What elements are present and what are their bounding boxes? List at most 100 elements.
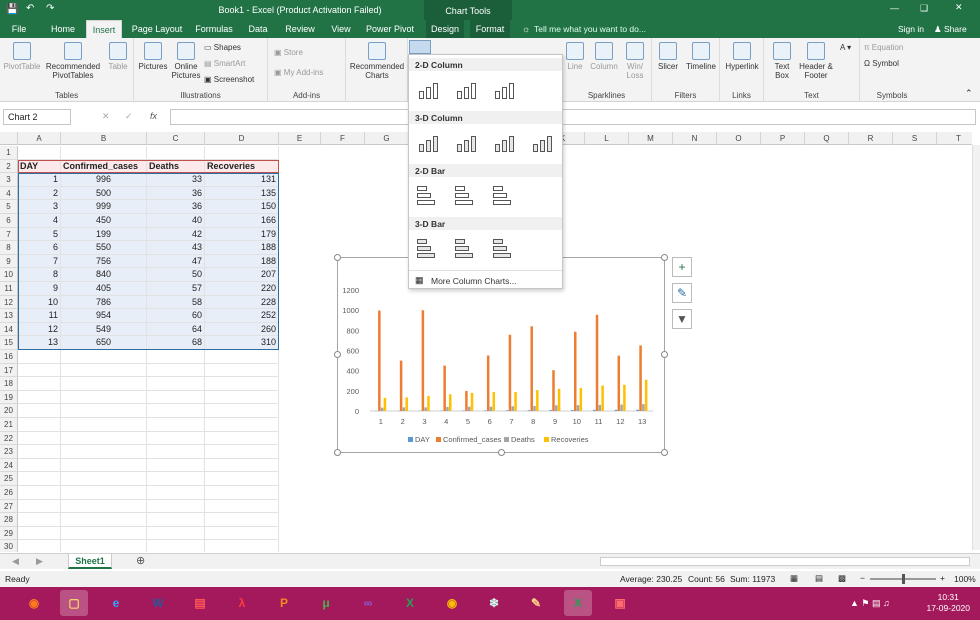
zoom-out-icon[interactable]: − — [860, 573, 865, 583]
column-header[interactable]: P — [761, 132, 805, 145]
legend-entry[interactable]: Confirmed_cases — [443, 435, 502, 444]
clustered-bar-icon[interactable] — [415, 183, 441, 207]
more-column-charts-link[interactable]: More Column Charts... — [431, 276, 517, 286]
empty-cell[interactable] — [18, 363, 61, 378]
bar-recoveries[interactable] — [383, 397, 387, 411]
empty-cell[interactable] — [61, 513, 147, 527]
row-header[interactable]: 5 — [0, 200, 18, 214]
empty-cell[interactable] — [147, 390, 205, 405]
row-header[interactable]: 24 — [0, 458, 18, 473]
slicer-button[interactable]: Slicer — [654, 42, 682, 71]
row-header[interactable]: 23 — [0, 445, 18, 459]
table-cell[interactable]: 405 — [61, 282, 147, 296]
empty-cell[interactable] — [147, 513, 205, 527]
table-cell[interactable]: 840 — [61, 268, 147, 282]
column-header[interactable]: L — [585, 132, 629, 145]
word-icon[interactable]: W — [144, 590, 172, 616]
resize-handle-left[interactable] — [334, 351, 341, 358]
row-header[interactable]: 10 — [0, 268, 18, 282]
empty-cell[interactable] — [61, 390, 147, 405]
tab-view[interactable]: View — [326, 20, 356, 38]
bar-confirmed-cases[interactable] — [574, 331, 577, 411]
column-header[interactable]: E — [279, 132, 321, 145]
timeline-button[interactable]: Timeline — [684, 42, 718, 71]
empty-cell[interactable] — [18, 404, 61, 418]
resize-handle-bottom[interactable] — [498, 449, 505, 456]
table-cell[interactable]: 199 — [61, 227, 147, 242]
bar-recoveries[interactable] — [448, 394, 452, 411]
share-button[interactable]: ♟ Share — [934, 24, 967, 35]
legend-entry[interactable]: DAY — [415, 435, 430, 444]
column-header[interactable]: D — [205, 132, 279, 145]
bar-confirmed-cases[interactable] — [595, 314, 599, 411]
bar-confirmed-cases[interactable] — [639, 345, 642, 411]
table-cell[interactable]: 68 — [147, 336, 205, 350]
empty-cell[interactable] — [147, 363, 205, 378]
sheet-tab-sheet1[interactable]: Sheet1 — [68, 554, 112, 569]
row-header[interactable]: 17 — [0, 363, 18, 378]
hyperlink-button[interactable]: Hyperlink — [722, 42, 762, 71]
table-cell[interactable]: 43 — [147, 241, 205, 255]
bar-deaths[interactable] — [620, 404, 623, 411]
table-cell[interactable]: 42 — [147, 227, 205, 242]
tab-formulas[interactable]: Formulas — [192, 20, 236, 38]
empty-cell[interactable] — [61, 526, 147, 541]
empty-cell[interactable] — [18, 499, 61, 514]
paint-icon[interactable]: ✎ — [522, 590, 550, 616]
row-header[interactable]: 28 — [0, 513, 18, 527]
chart-styles-button[interactable]: ✎ — [672, 283, 692, 303]
symbol-button[interactable]: Ω Symbol — [864, 59, 899, 68]
table-cell[interactable]: 1 — [18, 173, 61, 187]
text-more-icon[interactable]: A ▾ — [840, 43, 851, 52]
row-header[interactable]: 19 — [0, 390, 18, 405]
empty-cell[interactable] — [147, 526, 205, 541]
empty-cell[interactable] — [147, 431, 205, 446]
empty-cell[interactable] — [205, 404, 279, 418]
row-header[interactable]: 26 — [0, 486, 18, 500]
bar-deaths[interactable] — [533, 405, 536, 411]
bar-day[interactable] — [462, 410, 465, 411]
empty-cell[interactable] — [18, 458, 61, 473]
scroll-left-icon[interactable]: ◀ — [12, 556, 19, 567]
column-header[interactable]: R — [849, 132, 893, 145]
bar-recoveries[interactable] — [470, 392, 474, 411]
column-header[interactable]: T — [937, 132, 972, 145]
table-cell[interactable]: 310 — [205, 336, 279, 350]
bar-deaths[interactable] — [402, 407, 406, 411]
empty-cell[interactable] — [205, 540, 279, 552]
table-cell[interactable]: 10 — [18, 295, 61, 310]
row-header[interactable]: 20 — [0, 404, 18, 418]
bar-recoveries[interactable] — [644, 379, 648, 411]
legend-entry[interactable]: Recoveries — [551, 435, 589, 444]
smartart-button[interactable]: ▤ SmartArt — [204, 59, 245, 68]
empty-cell[interactable] — [61, 350, 147, 364]
header-footer-button[interactable]: Header & Footer — [798, 42, 834, 80]
row-header[interactable]: 18 — [0, 377, 18, 391]
3d-clustered-column-icon[interactable] — [415, 130, 441, 154]
bar-confirmed-cases[interactable] — [552, 370, 555, 411]
empty-cell[interactable] — [61, 404, 147, 418]
resize-handle-top-right[interactable] — [661, 254, 668, 261]
row-header[interactable]: 13 — [0, 309, 18, 323]
bar-deaths[interactable] — [576, 405, 580, 411]
bar-day[interactable] — [527, 410, 531, 411]
row-header[interactable]: 21 — [0, 418, 18, 432]
empty-cell[interactable] — [147, 350, 205, 364]
row-header[interactable]: 25 — [0, 472, 18, 486]
table-cell[interactable]: 13 — [18, 336, 61, 350]
recommended-charts-button[interactable]: Recommended Charts — [348, 42, 406, 80]
online-pictures-button[interactable]: Online Pictures — [170, 42, 202, 80]
empty-cell[interactable] — [61, 377, 147, 391]
row-header[interactable]: 12 — [0, 295, 18, 310]
cancel-icon[interactable]: ✕ — [102, 111, 110, 122]
table-cell[interactable]: 50 — [147, 268, 205, 282]
row-header[interactable]: 11 — [0, 282, 18, 296]
table-header-cell[interactable]: Confirmed_cases — [61, 159, 147, 174]
tab-data[interactable]: Data — [242, 20, 274, 38]
sparkline-line-button[interactable]: Line — [564, 42, 586, 71]
firefox-icon[interactable]: ◉ — [20, 590, 48, 616]
3d-clustered-bar-icon[interactable] — [415, 236, 441, 260]
pdf-icon[interactable]: ▤ — [186, 590, 214, 616]
table-cell[interactable]: 57 — [147, 282, 205, 296]
empty-cell[interactable] — [61, 363, 147, 378]
